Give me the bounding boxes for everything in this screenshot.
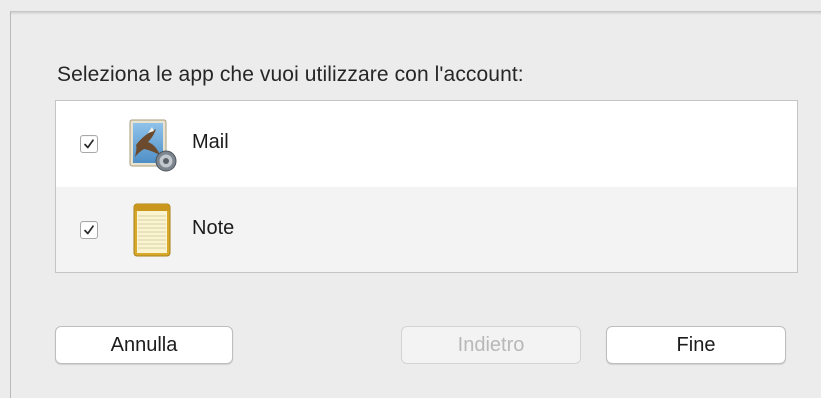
app-row-mail[interactable]: Mail: [56, 101, 797, 186]
dialog-prompt: Seleziona le app che vuoi utilizzare con…: [57, 63, 524, 86]
note-checkbox[interactable]: [80, 221, 98, 239]
back-button[interactable]: Indietro: [401, 326, 581, 364]
done-button[interactable]: Fine: [606, 326, 786, 364]
app-list: Mail Note: [55, 100, 798, 273]
checkmark-icon: [84, 225, 94, 235]
checkmark-icon: [84, 139, 94, 149]
app-label-note: Note: [192, 217, 235, 239]
app-label-mail: Mail: [192, 131, 229, 153]
mail-icon: [129, 119, 177, 172]
sheet-top-shadow: [11, 12, 821, 15]
notes-icon: [133, 203, 171, 257]
account-apps-sheet: Seleziona le app che vuoi utilizzare con…: [10, 11, 821, 398]
app-row-note[interactable]: Note: [56, 187, 797, 272]
mail-checkbox[interactable]: [80, 135, 98, 153]
cancel-button[interactable]: Annulla: [55, 326, 233, 364]
